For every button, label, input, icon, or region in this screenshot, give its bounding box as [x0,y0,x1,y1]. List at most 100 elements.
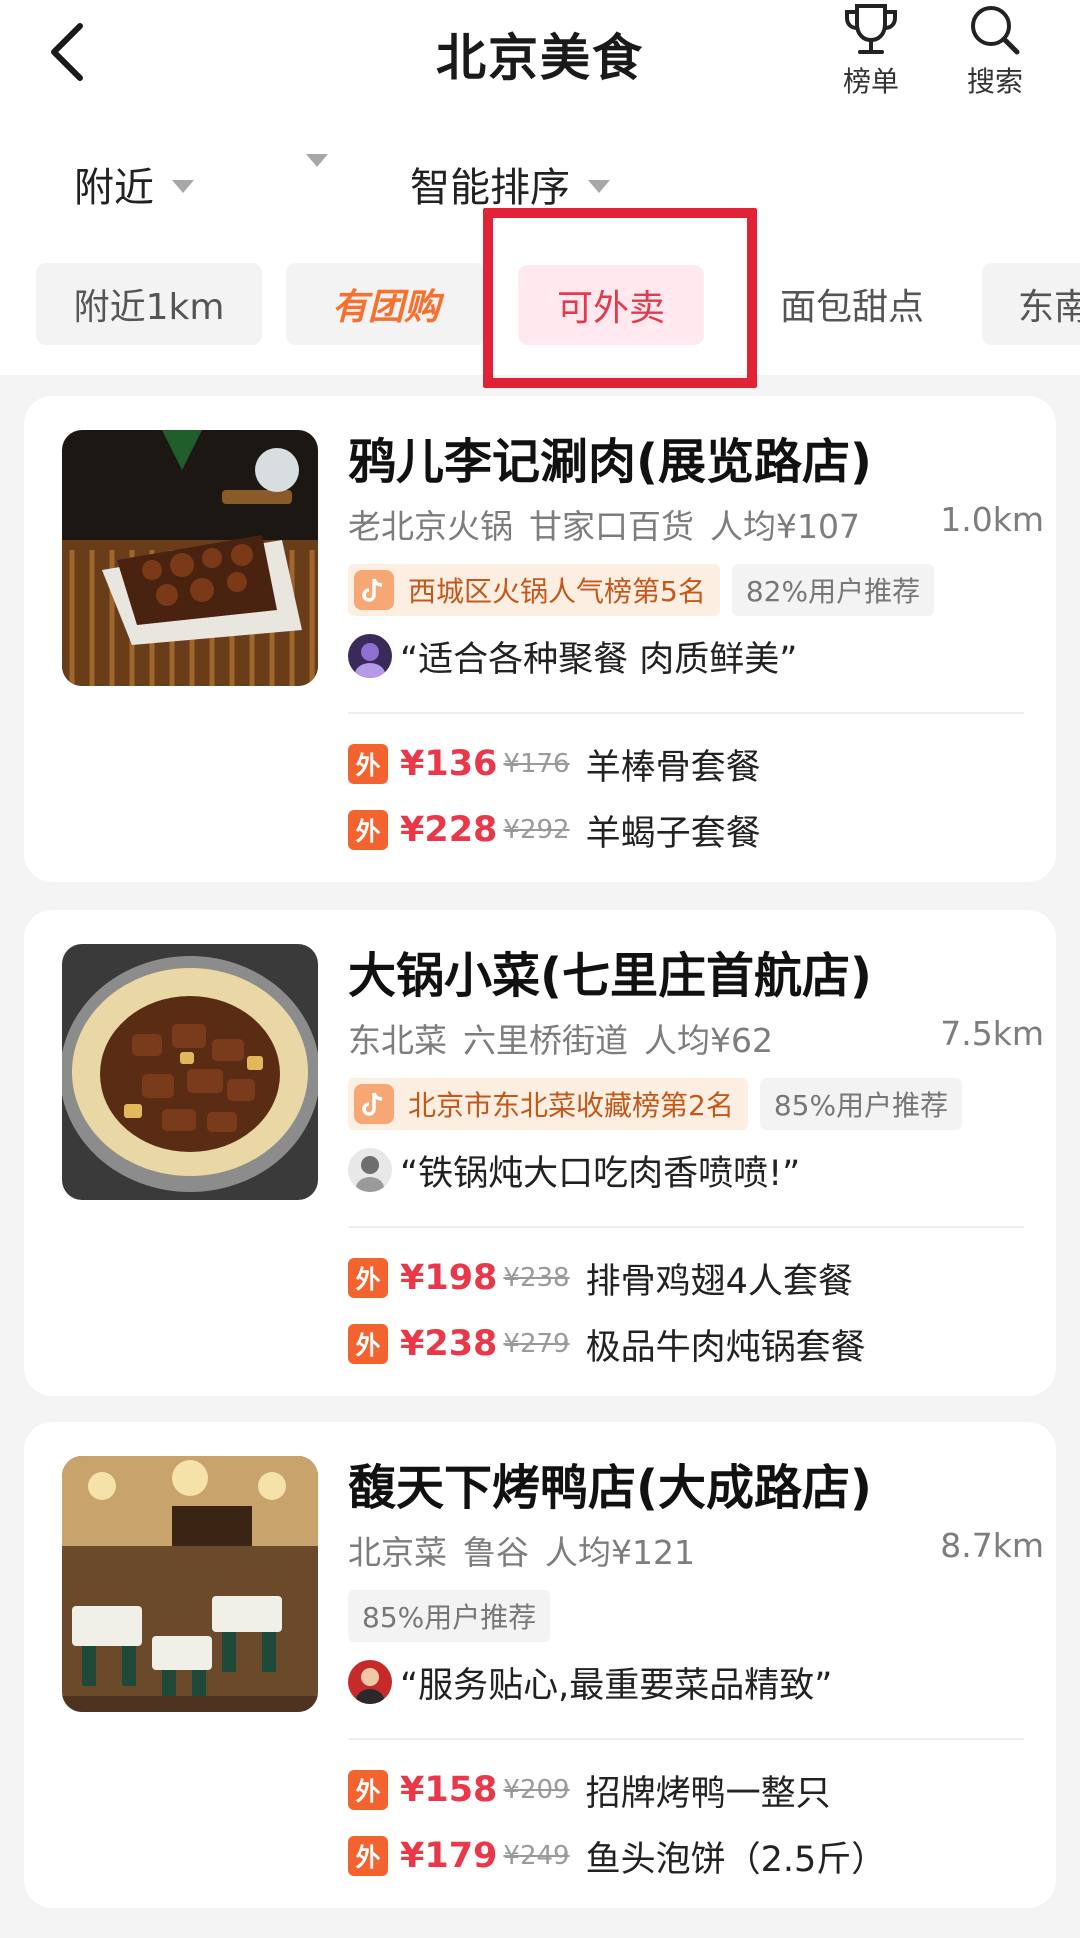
review-text: “适合各种聚餐 肉质鲜美” [400,639,798,680]
caret-down-icon[interactable] [306,154,328,167]
deal-original-price: ¥279 [503,1329,570,1359]
delivery-tag: 外 [348,1770,388,1810]
tag-group-buy[interactable]: 有团购 [286,263,486,345]
shop-meta: 北京菜 鲁谷 人均¥121 8.7km [348,1526,1044,1572]
douyin-icon [354,570,394,610]
quick-tag-bar: 附近1km 有团购 可外卖 面包甜点 东南 [0,245,1080,375]
badge-row: 北京市东北菜收藏榜第2名 85%用户推荐 [348,1078,963,1130]
deal-original-price: ¥249 [503,1841,570,1871]
avg-price: 人均¥107 [710,507,860,546]
filter-nearby-label: 附近 [74,165,154,211]
delivery-tag: 外 [348,1324,388,1364]
caret-down-icon [588,179,610,193]
rank-badge-text: 北京市东北菜收藏榜第2名 [408,1089,734,1122]
rank-badge[interactable]: 西城区火锅人气榜第5名 [348,564,720,616]
shop-category: 老北京火锅 [348,507,513,546]
deal-item[interactable]: 外 ¥238 ¥279 极品牛肉炖锅套餐 [348,1318,866,1370]
deal-price: ¥198 [400,1258,498,1298]
tag-bakery[interactable]: 面包甜点 [746,263,958,345]
search-label: 搜索 [966,65,1023,98]
deal-item[interactable]: 外 ¥158 ¥209 招牌烤鸭一整只 [348,1764,831,1816]
delivery-tag: 外 [348,744,388,784]
deal-price: ¥228 [400,810,498,850]
shop-card[interactable]: 大锅小菜(七里庄首航店) 东北菜 六里桥街道 人均¥62 7.5km 北京市东北菜收… [24,910,1056,1396]
avatar [348,634,392,678]
deal-name: 极品牛肉炖锅套餐 [585,1327,866,1368]
review-snippet[interactable]: “适合各种聚餐 肉质鲜美” [348,628,797,684]
review-text: “服务贴心,最重要菜品精致” [400,1665,833,1706]
tag-nearby-1km[interactable]: 附近1km [36,263,262,345]
search-button[interactable]: 搜索 [950,2,1040,102]
shop-category: 东北菜 [348,1021,447,1060]
shop-area: 六里桥街道 [463,1021,628,1060]
divider [348,1738,1024,1740]
deal-item[interactable]: 外 ¥136 ¥176 羊棒骨套餐 [348,738,761,790]
deal-item[interactable]: 外 ¥179 ¥249 鱼头泡饼（2.5斤） [348,1830,886,1882]
distance: 1.0km [940,500,1044,539]
divider [348,712,1024,714]
deal-price: ¥238 [400,1324,498,1364]
rank-button[interactable]: 榜单 [826,2,916,102]
shop-name[interactable]: 鸦儿李记涮肉(展览路店) [348,422,872,492]
deal-price: ¥158 [400,1770,498,1810]
recommend-badge: 85%用户推荐 [759,1078,963,1130]
badge-row: 85%用户推荐 [348,1590,551,1642]
avatar [348,1660,392,1704]
delivery-tag: 外 [348,1258,388,1298]
avg-price: 人均¥121 [545,1533,695,1572]
shop-thumbnail [62,430,318,686]
deal-price: ¥179 [400,1836,498,1876]
deal-original-price: ¥209 [503,1775,570,1805]
distance: 8.7km [940,1526,1044,1565]
review-snippet[interactable]: “服务贴心,最重要菜品精致” [348,1654,832,1710]
rank-badge[interactable]: 北京市东北菜收藏榜第2名 [348,1078,748,1130]
shop-card[interactable]: 鸦儿李记涮肉(展览路店) 老北京火锅 甘家口百货 人均¥107 1.0km 西城区火… [24,396,1056,882]
deal-price: ¥136 [400,744,498,784]
trophy-icon [845,4,897,54]
deal-item[interactable]: 外 ¥228 ¥292 羊蝎子套餐 [348,804,761,856]
shop-name[interactable]: 大锅小菜(七里庄首航店) [348,936,872,1006]
deal-name: 羊蝎子套餐 [585,813,761,854]
divider [348,1226,1024,1228]
page-title: 北京美食 [436,29,644,87]
deal-name: 招牌烤鸭一整只 [585,1773,831,1814]
review-snippet[interactable]: “铁锅炖大口吃肉香喷喷!” [348,1142,800,1198]
filter-sort-dropdown[interactable]: 智能排序 [410,155,610,213]
rank-label: 榜单 [842,65,899,98]
shop-name[interactable]: 馥天下烤鸭店(大成路店) [348,1448,872,1518]
deal-original-price: ¥238 [503,1263,570,1293]
avatar [348,1148,392,1192]
shop-meta: 东北菜 六里桥街道 人均¥62 7.5km [348,1014,1044,1060]
caret-down-icon [172,179,194,193]
review-text: “铁锅炖大口吃肉香喷喷!” [400,1153,801,1194]
shop-category: 北京菜 [348,1533,447,1572]
recommend-badge: 82%用户推荐 [731,564,935,616]
deal-original-price: ¥292 [503,815,570,845]
distance: 7.5km [940,1014,1044,1053]
deal-name: 排骨鸡翅4人套餐 [585,1261,853,1302]
shop-card[interactable]: 馥天下烤鸭店(大成路店) 北京菜 鲁谷 人均¥121 8.7km 85%用户推荐 “… [24,1422,1056,1908]
badge-row: 西城区火锅人气榜第5名 82%用户推荐 [348,564,935,616]
tag-delivery[interactable]: 可外卖 [518,265,704,345]
rank-badge-text: 西城区火锅人气榜第5名 [408,575,706,608]
douyin-icon [354,1084,394,1124]
shop-meta: 老北京火锅 甘家口百货 人均¥107 1.0km [348,500,1044,546]
deal-name: 鱼头泡饼（2.5斤） [585,1839,887,1880]
delivery-tag: 外 [348,810,388,850]
filter-sort-label: 智能排序 [410,165,570,211]
search-icon [971,6,1020,55]
shop-thumbnail [62,1456,318,1712]
deal-item[interactable]: 外 ¥198 ¥238 排骨鸡翅4人套餐 [348,1252,853,1304]
recommend-badge: 85%用户推荐 [348,1590,551,1642]
deal-name: 羊棒骨套餐 [585,747,761,788]
top-nav-bar: 北京美食 榜单 搜索 [0,0,1080,130]
shop-area: 鲁谷 [463,1533,529,1572]
tag-southeast[interactable]: 东南 [982,263,1080,345]
shop-thumbnail [62,944,318,1200]
avg-price: 人均¥62 [644,1021,773,1060]
delivery-tag: 外 [348,1836,388,1876]
filter-nearby-dropdown[interactable]: 附近 [74,155,194,213]
shop-area: 甘家口百货 [529,507,694,546]
deal-original-price: ¥176 [503,749,570,779]
filter-bar: 附近 智能排序 [0,130,1080,245]
